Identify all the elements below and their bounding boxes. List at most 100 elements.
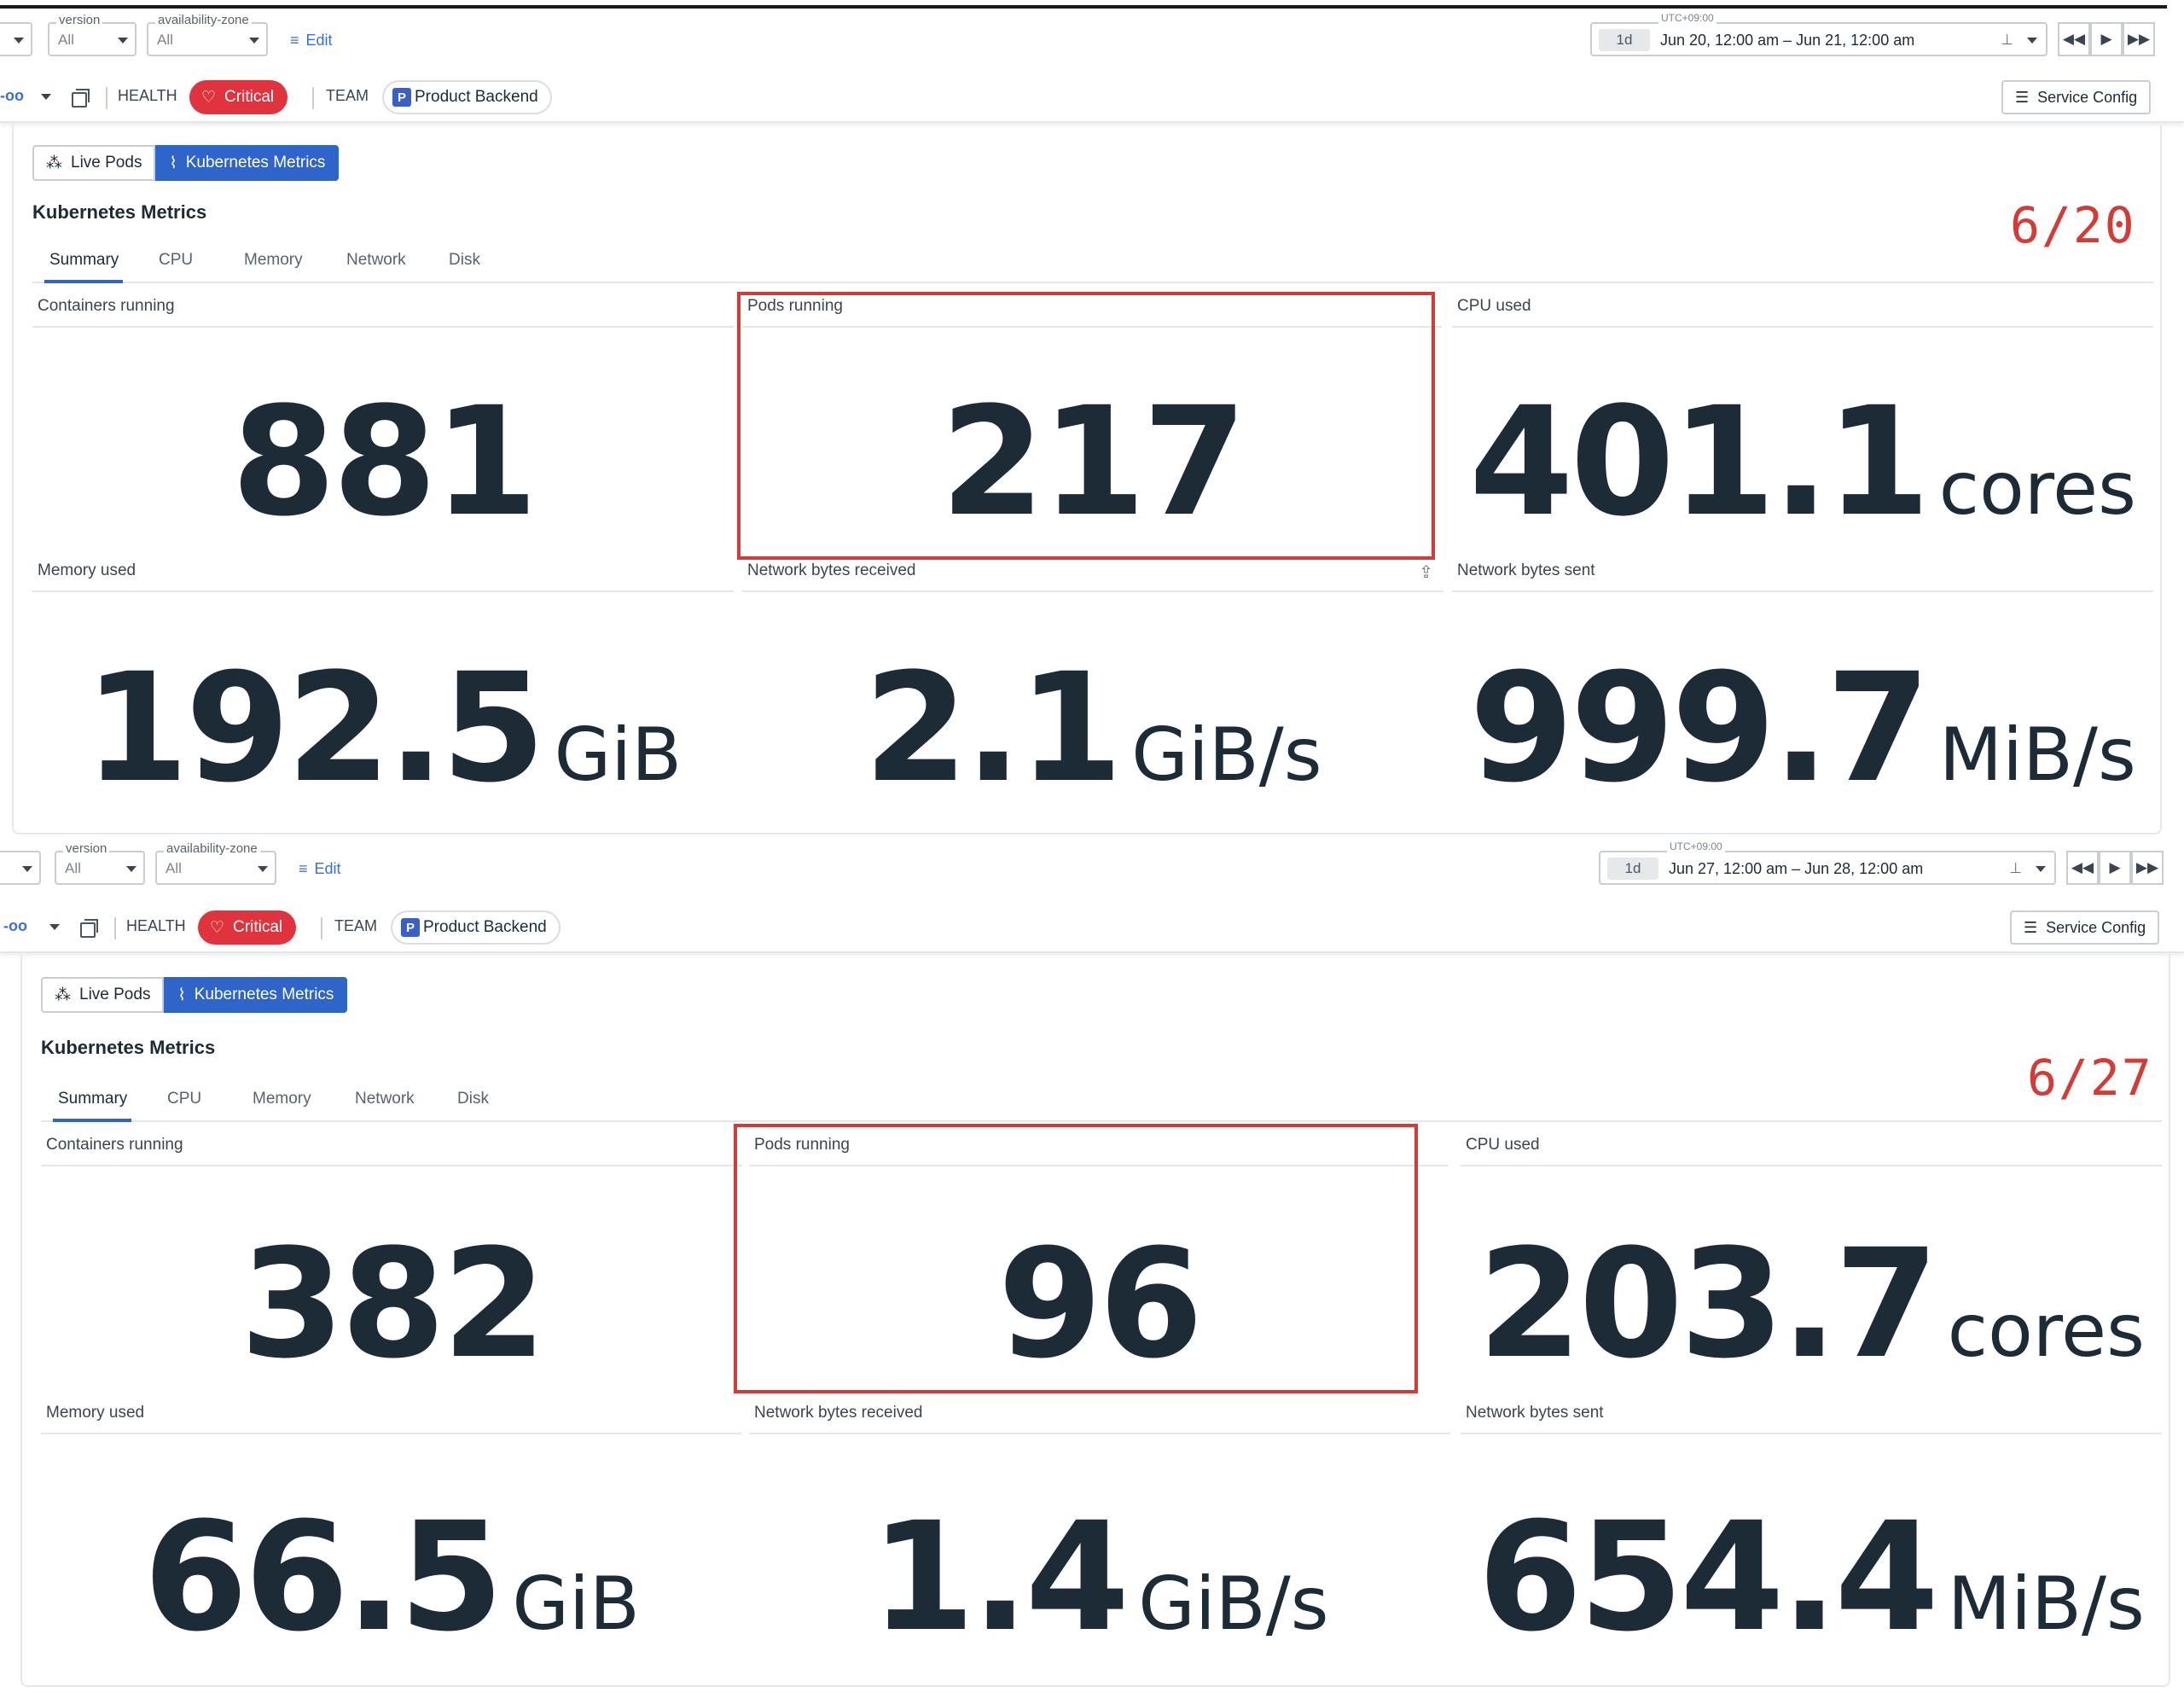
metric-unit: cores [1947, 1288, 2145, 1374]
live-pods-toggle[interactable]: ⁂ Live Pods [32, 145, 156, 181]
network-bytes-sent-widget: Network bytes sent 654.4 MiB/s [1461, 1399, 2162, 1670]
version-filter[interactable]: version All [55, 841, 145, 885]
containers-running-widget: Containers running 382 [41, 1131, 742, 1397]
metric-number: 401.1 [1469, 375, 1931, 550]
containers-running-widget: Containers running 881 [32, 292, 734, 555]
widget-title: Memory used [38, 561, 136, 579]
tab-cpu[interactable]: CPU [159, 251, 193, 270]
time-range-picker[interactable]: UTC+09:00 1d Jun 20, 12:00 am – Jun 21, … [1590, 12, 2048, 56]
team-name: Product Backend [415, 88, 538, 106]
kubernetes-metrics-toggle[interactable]: ⌇ Kubernetes Metrics [164, 977, 348, 1013]
play-button[interactable]: ▶ [2099, 851, 2131, 885]
filter-icon: ≡ [299, 859, 308, 877]
team-name: Product Backend [423, 918, 547, 936]
team-badge[interactable]: P Product Backend [382, 80, 552, 114]
widget-value: 401.1 cores [1452, 387, 2153, 538]
tab-disk[interactable]: Disk [457, 1090, 489, 1108]
play-button[interactable]: ▶ [2090, 22, 2123, 56]
rewind-button[interactable]: ◀◀ [2066, 851, 2099, 885]
widget-divider [1452, 590, 2153, 592]
team-avatar: P [392, 88, 411, 107]
critical-label: Critical [233, 918, 283, 936]
pin-icon[interactable]: ⊥ [2009, 860, 2022, 877]
kubernetes-metrics-toggle[interactable]: ⌇ Kubernetes Metrics [155, 145, 340, 181]
availability-zone-filter[interactable]: availability-zone All [147, 13, 268, 56]
chevron-down-icon [258, 866, 268, 872]
widget-title: CPU used [1466, 1136, 1540, 1154]
availability-zone-filter[interactable]: availability-zone All [155, 841, 276, 885]
tab-summary[interactable]: Summary [49, 251, 119, 270]
widget-divider [749, 1433, 1450, 1434]
divider [106, 87, 107, 109]
time-range-picker[interactable]: UTC+09:00 1d Jun 27, 12:00 am – Jun 28, … [1599, 840, 2056, 885]
chevron-down-icon[interactable] [49, 924, 60, 930]
divider [321, 917, 322, 939]
tab-disk[interactable]: Disk [449, 251, 480, 270]
metric-unit: MiB/s [1947, 1562, 2145, 1647]
metric-unit: GiB [512, 1562, 640, 1647]
widget-title: Network bytes sent [1457, 561, 1595, 579]
metric-number: 192.5 [84, 641, 546, 816]
rewind-icon: ◀◀ [2062, 31, 2086, 47]
tab-network[interactable]: Network [346, 251, 406, 270]
network-bytes-received-widget: Network bytes received 1.4 GiB/s [749, 1399, 1450, 1670]
chevron-down-icon [22, 866, 32, 872]
link-icon[interactable]: -oo [0, 87, 24, 105]
availability-zone-filter-label: availability-zone [164, 841, 260, 856]
chevron-down-icon[interactable] [41, 94, 51, 100]
chevron-down-icon [2027, 38, 2037, 44]
pods-running-highlight-box [737, 292, 1435, 560]
active-tab-indicator [53, 1119, 131, 1122]
export-icon[interactable]: ⇪ [1419, 561, 1433, 583]
time-range-text: Jun 20, 12:00 am – Jun 21, 12:00 am [1660, 32, 1915, 49]
filter-row: version All availability-zone All ≡ Edit… [0, 12, 2184, 60]
team-badge[interactable]: P Product Backend [391, 910, 561, 945]
rewind-icon: ◀◀ [2071, 859, 2094, 875]
truncated-filter-dropdown[interactable] [0, 851, 41, 885]
tab-memory[interactable]: Memory [253, 1090, 311, 1108]
dashboard-panel-jun27: version All availability-zone All ≡ Edit… [0, 840, 2184, 1704]
widget-title: Network bytes received [754, 1404, 923, 1422]
view-toggle: ⁂ Live Pods ⌇ Kubernetes Metrics [32, 145, 340, 181]
service-config-button[interactable]: ☰ Service Config [2001, 80, 2152, 114]
availability-zone-filter-value: All [157, 32, 173, 48]
truncated-filter-dropdown[interactable] [0, 22, 32, 56]
pods-icon: ⁂ [46, 154, 62, 172]
widget-value: 382 [41, 1230, 742, 1380]
critical-status-badge[interactable]: ♡ Critical [198, 910, 297, 945]
team-label: TEAM [334, 917, 378, 934]
tab-memory[interactable]: Memory [244, 251, 303, 270]
service-config-button[interactable]: ☰ Service Config [2010, 910, 2160, 945]
widget-value: 203.7 cores [1461, 1230, 2162, 1380]
range-duration-tag: 1d [1599, 29, 1650, 51]
pin-icon[interactable]: ⊥ [2001, 32, 2013, 49]
critical-label: Critical [224, 88, 275, 106]
critical-status-badge[interactable]: ♡ Critical [189, 80, 288, 114]
rewind-button[interactable]: ◀◀ [2058, 22, 2090, 56]
service-header-row: -oo HEALTH ♡ Critical TEAM P Product Bac… [0, 72, 2184, 123]
live-pods-toggle[interactable]: ⁂ Live Pods [41, 977, 165, 1013]
tab-summary[interactable]: Summary [58, 1090, 127, 1108]
edit-filters-button[interactable]: ≡ Edit [290, 27, 333, 53]
tab-cpu[interactable]: CPU [167, 1090, 201, 1108]
edit-filters-button[interactable]: ≡ Edit [299, 856, 341, 881]
network-bytes-sent-widget: Network bytes sent 999.7 MiB/s [1452, 556, 2153, 821]
widget-divider [1461, 1165, 2162, 1166]
live-pods-label: Live Pods [71, 154, 142, 172]
network-bytes-received-widget: Network bytes received ⇪ 2.1 GiB/s [742, 556, 1443, 821]
copy-icon[interactable] [80, 919, 98, 938]
tab-network[interactable]: Network [355, 1090, 415, 1108]
health-label: HEALTH [126, 917, 186, 934]
filter-icon: ≡ [290, 31, 299, 49]
version-filter[interactable]: version All [48, 13, 136, 56]
kubernetes-metrics-section: ⁂ Live Pods ⌇ Kubernetes Metrics Kuberne… [12, 125, 2162, 835]
pods-running-highlight-box [734, 1124, 1418, 1393]
fast-forward-button[interactable]: ▶▶ [2123, 22, 2155, 56]
link-icon[interactable]: -oo [3, 917, 27, 935]
widget-value: 1.4 GiB/s [749, 1503, 1450, 1653]
widget-divider [1461, 1433, 2162, 1434]
fast-forward-button[interactable]: ▶▶ [2131, 851, 2164, 885]
copy-icon[interactable] [72, 89, 90, 108]
kubernetes-metrics-label: Kubernetes Metrics [185, 154, 326, 172]
widget-divider [41, 1165, 742, 1166]
